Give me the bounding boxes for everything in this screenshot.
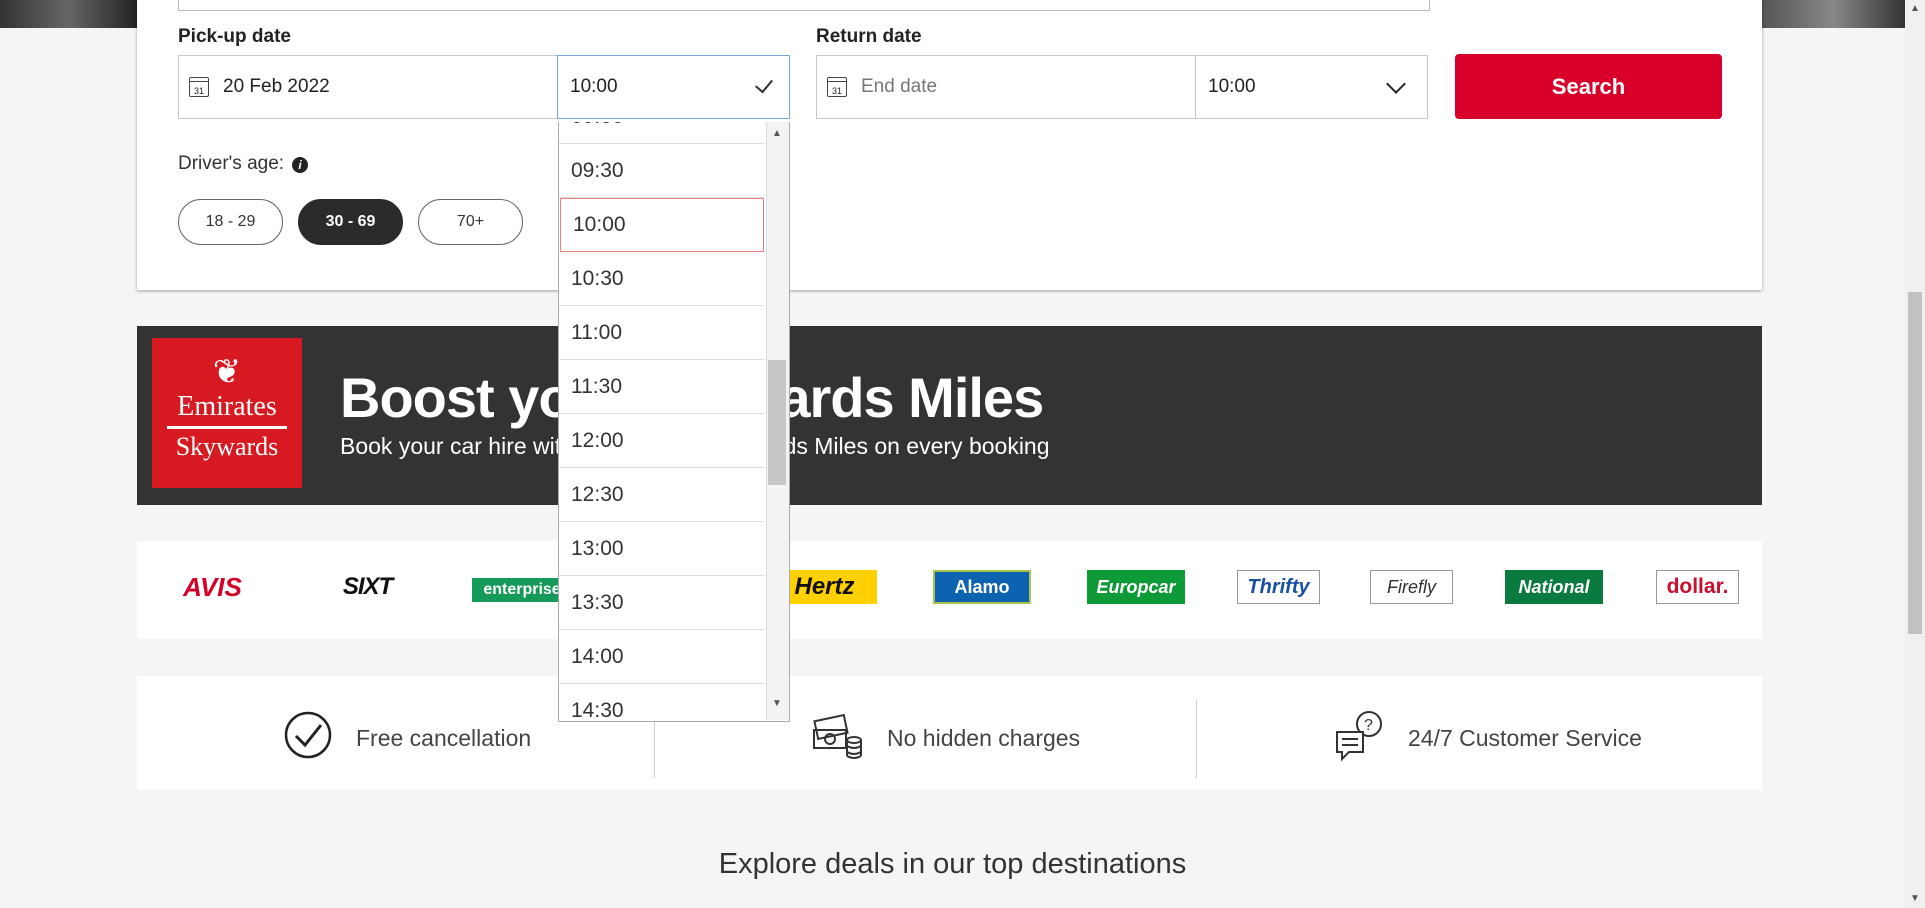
brand-firefly-logo: Firefly [1370,570,1453,604]
feature-customer-service: 24/7 Customer Service [1408,725,1642,751]
time-option[interactable]: 13:30 [559,576,764,630]
driver-age-row: Driver's age: i [178,153,309,175]
age-option-18-29[interactable]: 18 - 29 [178,199,283,245]
feature-divider [1196,700,1197,778]
scroll-up-arrow-icon[interactable]: ▲ [1905,0,1925,18]
brand-europcar-logo: Europcar [1087,570,1185,604]
dropdown-scrollbar-thumb[interactable] [768,360,786,485]
pickup-time-select[interactable]: 10:00 [557,55,790,119]
calendar-icon: 31 [189,77,209,97]
return-time-value: 10:00 [1208,76,1256,97]
emirates-calligraphy-icon: ❦ [212,353,242,391]
time-option[interactable]: 12:00 [559,414,764,468]
explore-heading: Explore deals in our top destinations [718,848,1187,880]
check-circle-icon [283,710,333,760]
logo-line-2: Skywards [175,432,279,461]
brand-sixt-logo: SIXT [342,573,393,600]
time-dropdown-list[interactable]: 09:00 09:30 10:00 10:30 11:00 11:30 12:0… [558,122,790,722]
time-option[interactable]: 10:30 [559,252,764,306]
page-scrollbar-thumb[interactable] [1908,292,1922,634]
age-option-30-69[interactable]: 30 - 69 [298,199,403,245]
time-option-selected[interactable]: 10:00 [560,198,764,252]
chevron-down-icon [1386,74,1406,94]
time-option[interactable]: 09:00 [559,122,764,144]
brand-thrifty-logo: Thrifty [1237,570,1320,604]
check-icon [755,74,773,94]
driver-age-label: Driver's age: [178,153,285,174]
dropdown-scroll-up-icon[interactable]: ▲ [768,128,786,144]
brand-enterprise-logo: enterprise [472,578,572,602]
brand-avis-logo: AVIS [183,571,242,602]
time-option[interactable]: 11:30 [559,360,764,414]
money-icon [812,710,864,762]
search-button[interactable]: Search [1455,54,1722,119]
pickup-time-value: 10:00 [570,76,618,97]
scroll-down-arrow-icon[interactable]: ▼ [1905,890,1925,908]
info-icon[interactable]: i [292,156,309,173]
svg-text:?: ? [1364,717,1373,734]
return-date-placeholder: End date [861,76,938,97]
time-option[interactable]: 14:30 [559,684,764,722]
return-time-select[interactable]: 10:00 [1195,55,1428,119]
time-option[interactable]: 09:30 [559,144,764,198]
time-option[interactable]: 13:00 [559,522,764,576]
logo-divider [167,426,287,429]
pickup-date-field[interactable]: 31 20 Feb 2022 [178,55,558,119]
brand-national-logo: National [1505,570,1603,604]
dropdown-scroll-down-icon[interactable]: ▼ [768,698,786,714]
time-option[interactable]: 12:30 [559,468,764,522]
brand-dollar-logo: dollar. [1656,570,1739,604]
feature-free-cancellation: Free cancellation [356,725,532,751]
hero-image-right [1762,0,1905,28]
feature-no-hidden-charges: No hidden charges [887,725,1081,751]
time-option[interactable]: 14:00 [559,630,764,684]
search-card [137,0,1762,290]
logo-line-1: Emirates [177,391,277,422]
time-option[interactable]: 11:00 [559,306,764,360]
chat-question-icon: ? [1334,710,1386,762]
calendar-icon: 31 [827,77,847,97]
return-date-field[interactable]: 31 End date [816,55,1196,119]
hero-image-left [0,0,137,28]
return-date-label: Return date [816,26,922,47]
pickup-date-value: 20 Feb 2022 [223,76,330,97]
emirates-skywards-logo: ❦ Emirates Skywards [152,338,302,488]
age-option-70-plus[interactable]: 70+ [418,199,523,245]
pickup-location-input[interactable] [178,0,1430,11]
pickup-date-label: Pick-up date [178,26,291,47]
brand-alamo-logo: Alamo [933,570,1031,604]
